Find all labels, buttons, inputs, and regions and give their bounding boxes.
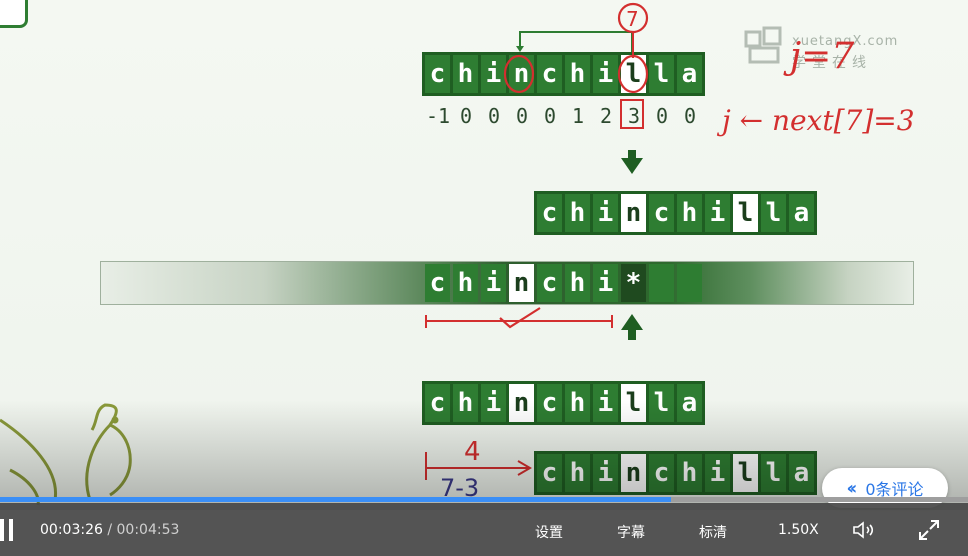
chevron-left-icon: ‹‹ [846,477,857,499]
pause-icon[interactable] [0,519,16,541]
volume-icon[interactable] [852,520,876,540]
progress-bar[interactable] [0,497,968,502]
circled-seven-label: 7 [626,7,639,31]
time-display: 00:03:26 / 00:04:53 [40,522,179,538]
j-equals-seven: j=7 [783,36,854,77]
progress-fill [0,497,671,502]
speed-button[interactable]: 1.50X [778,522,819,538]
subtitle-button[interactable]: 字幕 [617,522,645,542]
j-next-assignment: j ← next[7]=3 [716,104,915,137]
total-time: 00:04:53 [116,522,180,538]
time-separator: / [107,522,113,538]
fullscreen-icon[interactable] [918,519,940,541]
current-time: 00:03:26 [40,522,103,538]
settings-button[interactable]: 设置 [535,522,563,542]
quality-button[interactable]: 标清 [699,522,727,542]
comment-button[interactable]: ‹‹ 0条评论 [822,468,948,508]
